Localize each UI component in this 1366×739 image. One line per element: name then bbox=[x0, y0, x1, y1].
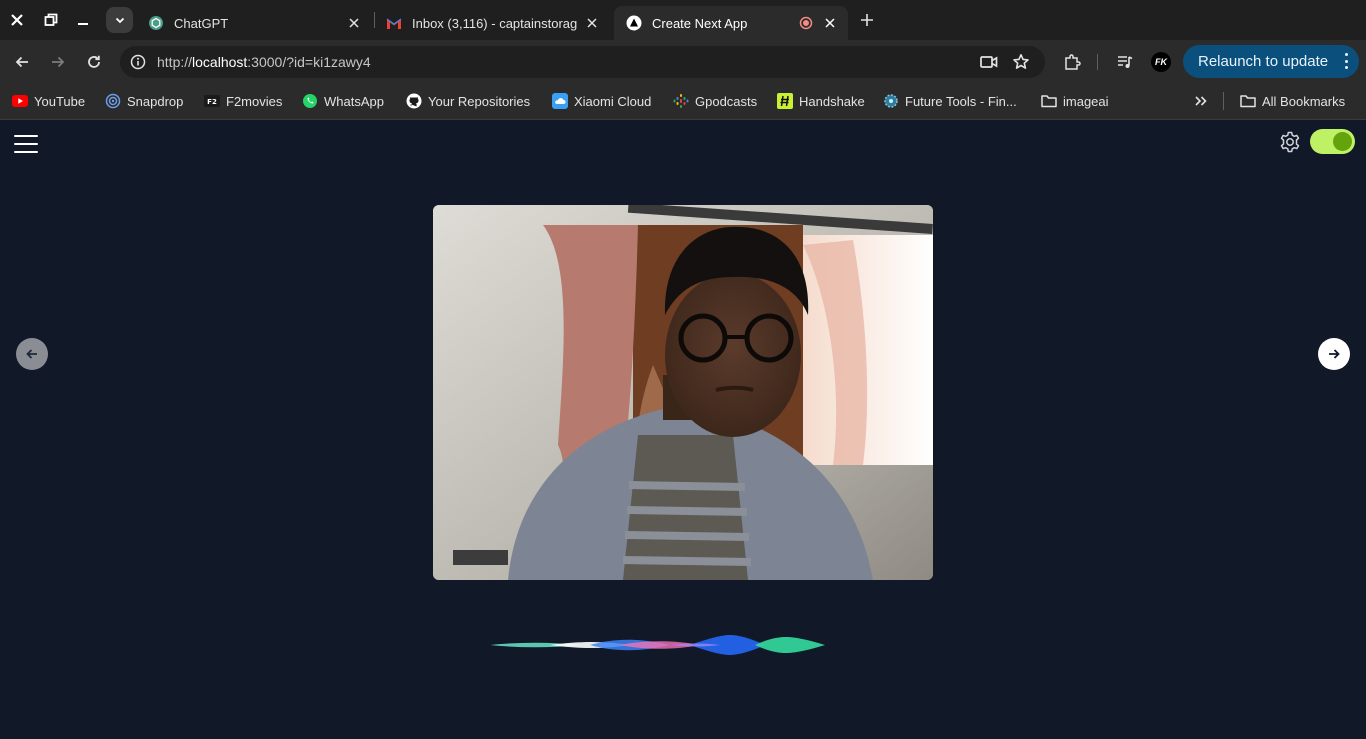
webcam-video-feed bbox=[433, 205, 933, 580]
cloud-icon bbox=[552, 93, 568, 109]
bookmark-snapdrop[interactable]: Snapdrop bbox=[105, 92, 183, 110]
app-page bbox=[0, 121, 1366, 739]
tab-title: ChatGPT bbox=[174, 15, 229, 31]
bookmarks-divider bbox=[1223, 92, 1224, 110]
close-icon[interactable] bbox=[584, 15, 600, 31]
gear-icon[interactable] bbox=[1278, 130, 1302, 154]
media-controls-icon[interactable] bbox=[1114, 51, 1136, 73]
bookmark-future-tools[interactable]: Future Tools - Fin... bbox=[883, 92, 1017, 110]
bookmark-label: Your Repositories bbox=[428, 93, 531, 109]
back-button[interactable] bbox=[10, 50, 34, 74]
gmail-icon bbox=[386, 15, 402, 31]
bookmark-label: imageai bbox=[1063, 93, 1109, 109]
reload-button[interactable] bbox=[82, 50, 106, 74]
snapdrop-icon bbox=[105, 93, 121, 109]
chevron-down-icon bbox=[115, 17, 124, 24]
arrow-left-icon bbox=[15, 56, 28, 68]
whatsapp-icon bbox=[302, 93, 318, 109]
double-chevron-right-icon bbox=[1193, 93, 1209, 109]
bookmark-label: WhatsApp bbox=[324, 93, 384, 109]
f2movies-icon: F2 bbox=[204, 93, 220, 109]
bookmark-label: Snapdrop bbox=[127, 93, 184, 109]
github-icon bbox=[406, 93, 422, 109]
url-path: :3000/?id=ki1zawy4 bbox=[247, 54, 371, 70]
handshake-icon bbox=[777, 93, 793, 109]
podcasts-icon bbox=[673, 93, 689, 109]
address-bar[interactable]: http://localhost:3000/?id=ki1zawy4 bbox=[120, 46, 1045, 78]
reload-icon bbox=[88, 55, 100, 68]
new-tab-button[interactable] bbox=[856, 9, 878, 31]
toolbar-divider bbox=[1097, 54, 1098, 70]
url-host: localhost bbox=[192, 54, 248, 70]
bookmarks-overflow-button[interactable] bbox=[1193, 92, 1215, 110]
arrow-right-icon bbox=[52, 56, 65, 68]
futuretools-icon bbox=[883, 93, 899, 109]
bookmark-xiaomi-cloud[interactable]: Xiaomi Cloud bbox=[552, 92, 651, 110]
bookmark-label: YouTube bbox=[34, 93, 86, 109]
forward-button[interactable] bbox=[46, 50, 70, 74]
relaunch-label: Relaunch to update bbox=[1198, 53, 1329, 70]
nextjs-icon bbox=[626, 15, 642, 31]
relaunch-to-update-button[interactable]: Relaunch to update bbox=[1183, 45, 1359, 78]
bookmark-label: Gpodcasts bbox=[695, 93, 758, 109]
voice-waveform bbox=[370, 635, 990, 655]
plus-icon bbox=[861, 14, 873, 26]
window-minimize-icon[interactable] bbox=[71, 8, 95, 32]
tab-title: Inbox (3,116) - captainstorag bbox=[412, 15, 578, 31]
bookmark-label: Handshake bbox=[799, 93, 865, 109]
tab-gmail[interactable]: Inbox (3,116) - captainstorag bbox=[374, 6, 610, 40]
next-button[interactable] bbox=[1318, 338, 1350, 370]
bookmark-f2movies[interactable]: F2 F2movies bbox=[204, 92, 282, 110]
toggle-knob bbox=[1333, 132, 1352, 151]
tab-create-next-app[interactable]: Create Next App bbox=[614, 6, 848, 40]
previous-button[interactable] bbox=[16, 338, 48, 370]
tab-search-button[interactable] bbox=[106, 7, 133, 33]
more-menu-icon[interactable] bbox=[1343, 53, 1349, 69]
bookmark-star-icon[interactable] bbox=[1011, 52, 1031, 72]
url-text[interactable]: http://localhost:3000/?id=ki1zawy4 bbox=[157, 54, 371, 70]
bookmark-label: Future Tools - Fin... bbox=[905, 93, 1017, 109]
bookmarks-bar: YouTube Snapdrop F2 F2movies WhatsApp Yo… bbox=[0, 84, 1366, 120]
folder-icon bbox=[1041, 93, 1057, 109]
bookmark-label: Xiaomi Cloud bbox=[574, 93, 652, 109]
chatgpt-icon bbox=[148, 15, 164, 31]
window-restore-icon[interactable] bbox=[39, 8, 63, 32]
bookmark-whatsapp[interactable]: WhatsApp bbox=[302, 92, 384, 110]
menu-icon[interactable] bbox=[14, 135, 38, 153]
site-info-icon[interactable] bbox=[128, 52, 148, 72]
window-close-icon[interactable] bbox=[5, 8, 29, 32]
tab-title: Create Next App bbox=[652, 15, 748, 31]
folder-icon bbox=[1240, 93, 1256, 109]
browser-toolbar: http://localhost:3000/?id=ki1zawy4 FK Re… bbox=[0, 40, 1366, 84]
svg-text:F2: F2 bbox=[207, 98, 217, 106]
bookmark-label: All Bookmarks bbox=[1262, 93, 1346, 109]
url-scheme: http:// bbox=[157, 54, 193, 70]
bookmark-handshake[interactable]: Handshake bbox=[777, 92, 865, 110]
profile-avatar[interactable]: FK bbox=[1151, 52, 1171, 72]
bookmark-folder-imageai[interactable]: imageai bbox=[1041, 92, 1109, 110]
arrow-left-icon bbox=[26, 349, 37, 359]
bookmark-youtube[interactable]: YouTube bbox=[12, 92, 85, 110]
bookmark-your-repositories[interactable]: Your Repositories bbox=[406, 92, 530, 110]
mode-toggle-switch[interactable] bbox=[1310, 129, 1355, 154]
close-icon[interactable] bbox=[346, 15, 362, 31]
tab-chatgpt[interactable]: ChatGPT bbox=[136, 6, 372, 40]
arrow-right-icon bbox=[1329, 349, 1340, 359]
close-icon[interactable] bbox=[822, 15, 838, 31]
extensions-icon[interactable] bbox=[1061, 51, 1083, 73]
tab-strip: ChatGPT Inbox (3,116) - captainstorag Cr… bbox=[0, 0, 1366, 40]
recording-indicator-icon bbox=[798, 15, 814, 31]
all-bookmarks-button[interactable]: All Bookmarks bbox=[1240, 92, 1345, 110]
camera-in-use-icon[interactable] bbox=[979, 52, 999, 72]
youtube-icon bbox=[12, 93, 28, 109]
bookmark-label: F2movies bbox=[226, 93, 283, 109]
bookmark-gpodcasts[interactable]: Gpodcasts bbox=[673, 92, 757, 110]
